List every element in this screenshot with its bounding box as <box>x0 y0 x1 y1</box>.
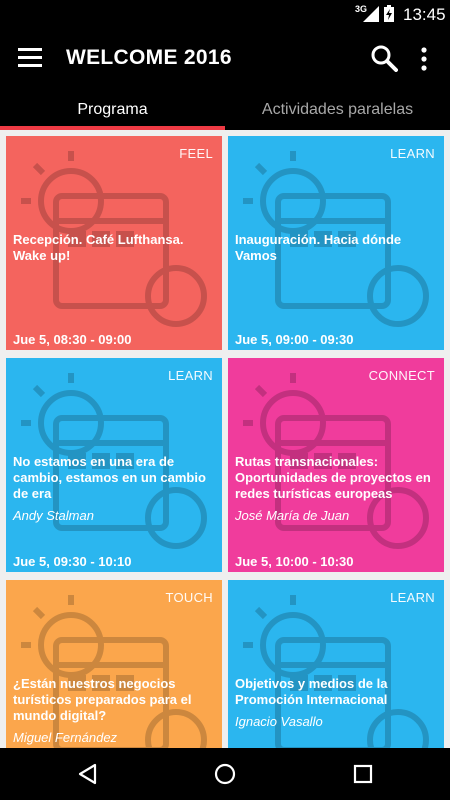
app-bar: WELCOME 2016 <box>0 28 450 90</box>
category-tag: LEARN <box>390 590 435 605</box>
session-card[interactable]: CONNECT Rutas transnacionales: Oportunid… <box>228 358 444 572</box>
session-time: Jue 5, 10:00 - 10:30 <box>235 554 354 569</box>
session-speaker: Ignacio Vasallo <box>235 714 323 729</box>
battery-icon <box>384 5 394 22</box>
session-speaker: José María de Juan <box>235 508 350 523</box>
session-title: Rutas transnacionales: Oportunidades de … <box>235 454 431 501</box>
category-tag: LEARN <box>168 368 213 383</box>
search-icon[interactable] <box>370 44 398 72</box>
session-card[interactable]: LEARN Objetivos y medios de la Promoción… <box>228 580 444 748</box>
system-nav-bar <box>0 748 450 800</box>
session-card[interactable]: FEEL Recepción. Café Lufthansa. Wake up!… <box>6 136 222 350</box>
recent-apps-icon[interactable] <box>351 762 375 786</box>
session-title: Objetivos y medios de la Promoción Inter… <box>235 676 388 707</box>
signal-icon <box>363 6 379 22</box>
session-speaker: Andy Stalman <box>13 508 94 523</box>
back-icon[interactable] <box>76 762 100 786</box>
session-time: Jue 5, 09:00 - 09:30 <box>235 332 354 347</box>
tab-actividades-paralelas[interactable]: Actividades paralelas <box>225 90 450 130</box>
category-tag: TOUCH <box>165 590 213 605</box>
menu-icon[interactable] <box>18 48 42 70</box>
calendar-clock-icon <box>21 595 207 748</box>
session-title: No estamos en una era de cambio, estamos… <box>13 454 206 501</box>
tab-programa[interactable]: Programa <box>0 90 225 130</box>
session-card[interactable]: LEARN Inauguración. Hacia dónde Vamos Ju… <box>228 136 444 350</box>
session-time: Jue 5, 09:30 - 10:10 <box>13 554 132 569</box>
session-time: Jue 5, 08:30 - 09:00 <box>13 332 132 347</box>
session-card[interactable]: TOUCH ¿Están nuestros negocios turístico… <box>6 580 222 748</box>
category-tag: FEEL <box>179 146 213 161</box>
session-card[interactable]: LEARN No estamos en una era de cambio, e… <box>6 358 222 572</box>
more-vert-icon[interactable] <box>414 46 434 72</box>
session-title: ¿Están nuestros negocios turísticos prep… <box>13 676 192 723</box>
session-speaker: Miguel Fernández <box>13 730 118 745</box>
session-title: Inauguración. Hacia dónde Vamos <box>235 232 402 263</box>
tab-bar: Programa Actividades paralelas <box>0 90 450 130</box>
clock: 13:45 <box>403 5 446 24</box>
category-tag: CONNECT <box>368 368 435 383</box>
status-bar: 3G 13:45 <box>0 0 450 28</box>
program-grid: FEEL Recepción. Café Lufthansa. Wake up!… <box>0 130 450 748</box>
home-icon[interactable] <box>213 762 237 786</box>
session-title: Recepción. Café Lufthansa. Wake up! <box>13 232 184 263</box>
app-title: WELCOME 2016 <box>66 46 232 69</box>
category-tag: LEARN <box>390 146 435 161</box>
